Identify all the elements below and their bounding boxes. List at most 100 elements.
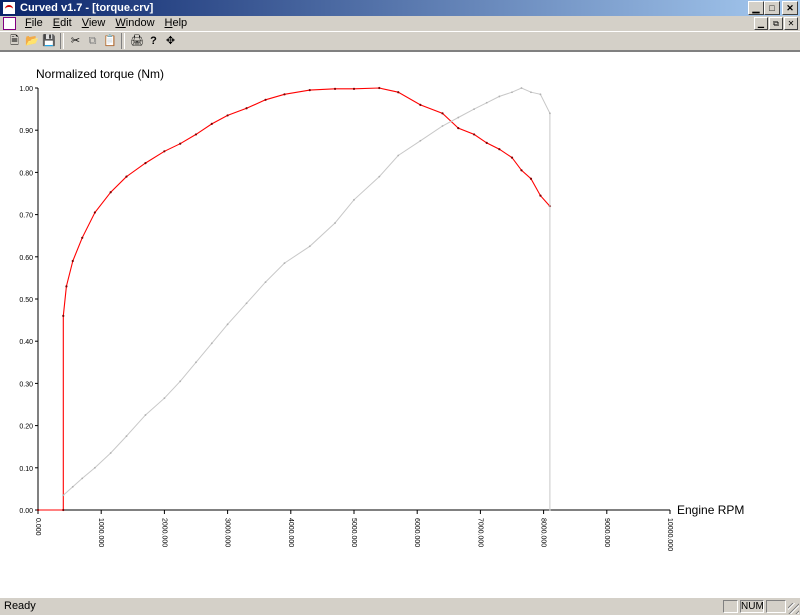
torque-data-point: [472, 133, 476, 136]
torque-data-point: [283, 93, 286, 96]
power-data-point: [283, 262, 286, 265]
title-bar: Curved v1.7 - [torque.crv] ▁ □ ✕: [0, 0, 800, 16]
y-tick-label: 0.30: [19, 381, 33, 388]
power-data-point: [81, 477, 84, 480]
doc-minimize-button[interactable]: ▁: [754, 17, 768, 30]
maximize-button[interactable]: □: [764, 1, 780, 15]
torque-data-point: [109, 191, 112, 194]
power-data-point: [441, 125, 444, 127]
power-data-point: [520, 87, 523, 89]
print-icon[interactable]: 🖨: [129, 33, 144, 48]
power-data-point: [511, 91, 513, 94]
y-tick-label: 0.10: [19, 466, 33, 473]
power-data-point: [144, 414, 147, 416]
y-tick-label: 0.70: [19, 213, 33, 220]
power-data-point: [71, 485, 74, 488]
menu-file[interactable]: File: [20, 17, 48, 30]
y-tick-label: 0.80: [19, 170, 33, 177]
power-data-point: [378, 175, 381, 178]
menu-window[interactable]: Window: [110, 17, 159, 30]
y-axis-label: Normalized torque (Nm): [36, 67, 164, 81]
power-data-point: [93, 466, 96, 469]
torque-data-point: [539, 194, 542, 197]
torque-data-point: [352, 87, 356, 90]
power-data-point: [419, 139, 422, 142]
cut-icon[interactable]: ✂: [68, 33, 83, 48]
x-tick-label: 10000.000: [666, 518, 673, 551]
power-data-point: [457, 116, 460, 119]
x-tick-label: 9000.000: [603, 518, 610, 547]
power-data-point: [308, 245, 311, 248]
y-tick-label: 0.60: [19, 255, 33, 262]
title-bar-buttons: ▁ □ ✕: [748, 0, 800, 16]
torque-data-point: [441, 112, 444, 115]
status-bar: Ready NUM: [0, 597, 800, 615]
torque-data-point: [264, 98, 267, 101]
x-tick-label: 5000.000: [350, 518, 357, 547]
torque-data-point: [65, 285, 68, 288]
power-data-point: [473, 108, 475, 110]
power-data-point: [549, 112, 551, 115]
y-tick-label: 0.50: [19, 297, 33, 304]
status-panel-empty: [766, 600, 786, 613]
torque-data-point: [333, 87, 337, 90]
torque-data-point: [520, 169, 523, 172]
toolbar: 🗎 📂 💾 ✂ ⧉ 📋 🖨 ? ✥: [0, 31, 800, 51]
toolbar-separator: [121, 33, 125, 49]
torque-data-point: [71, 259, 74, 263]
minimize-button[interactable]: ▁: [748, 1, 764, 15]
x-tick-label: 2000.000: [160, 518, 167, 547]
torque-data-point: [378, 86, 381, 90]
document-icon[interactable]: [3, 17, 16, 30]
x-tick-label: 8000.000: [540, 518, 547, 547]
power-data-point: [245, 302, 248, 305]
help-icon[interactable]: ?: [146, 33, 161, 48]
window-title: Curved v1.7 - [torque.crv]: [20, 2, 154, 14]
paste-icon[interactable]: 📋: [102, 33, 117, 48]
menu-bar: File Edit View Window Help ▁ ⧉ ✕: [0, 16, 800, 31]
y-tick-label: 0.40: [19, 339, 33, 346]
x-tick-label: 3000.000: [224, 518, 231, 547]
power-data-point: [195, 361, 197, 364]
y-tick-label: 1.00: [19, 86, 33, 93]
power-data-point: [179, 380, 182, 383]
toolbar-separator: [60, 33, 64, 49]
open-icon[interactable]: 📂: [24, 33, 39, 48]
status-text: Ready: [4, 600, 36, 612]
power-data-point: [397, 154, 400, 157]
move-icon[interactable]: ✥: [163, 33, 178, 48]
power-data-point: [485, 101, 488, 104]
power-data-point: [264, 281, 267, 284]
new-icon[interactable]: 🗎: [7, 33, 22, 48]
copy-icon[interactable]: ⧉: [85, 33, 100, 48]
torque-data-point: [210, 122, 213, 125]
torque-data-point: [125, 175, 128, 178]
doc-restore-button[interactable]: ⧉: [769, 17, 783, 30]
torque-data-point: [36, 508, 40, 512]
torque-data-point: [498, 148, 501, 151]
app-icon[interactable]: [2, 1, 16, 15]
close-button[interactable]: ✕: [782, 1, 798, 15]
x-tick-label: 0.000: [34, 518, 41, 536]
torque-data-point: [194, 133, 198, 136]
torque-chart: Normalized torque (Nm) Engine RPM 0.000.…: [19, 67, 744, 551]
doc-close-button[interactable]: ✕: [784, 17, 798, 30]
y-tick-label: 0.90: [19, 128, 33, 135]
torque-data-point: [529, 177, 533, 180]
torque-data-point: [308, 89, 311, 92]
menu-edit[interactable]: Edit: [48, 17, 77, 30]
menu-view[interactable]: View: [77, 17, 111, 30]
save-icon[interactable]: 💾: [41, 33, 56, 48]
torque-data-point: [485, 141, 488, 144]
power-data-point: [125, 435, 128, 438]
menu-help[interactable]: Help: [160, 17, 193, 30]
chart-area: Normalized torque (Nm) Engine RPM 0.00 0.…: [0, 51, 800, 597]
power-series-line: [62, 87, 551, 510]
resize-grip[interactable]: [788, 603, 799, 614]
torque-data-point: [510, 156, 514, 159]
power-data-point: [530, 91, 532, 94]
power-data-point: [498, 95, 501, 98]
y-tick-label: 0.20: [19, 424, 33, 431]
torque-data-point: [93, 211, 96, 214]
torque-data-point: [245, 107, 248, 110]
